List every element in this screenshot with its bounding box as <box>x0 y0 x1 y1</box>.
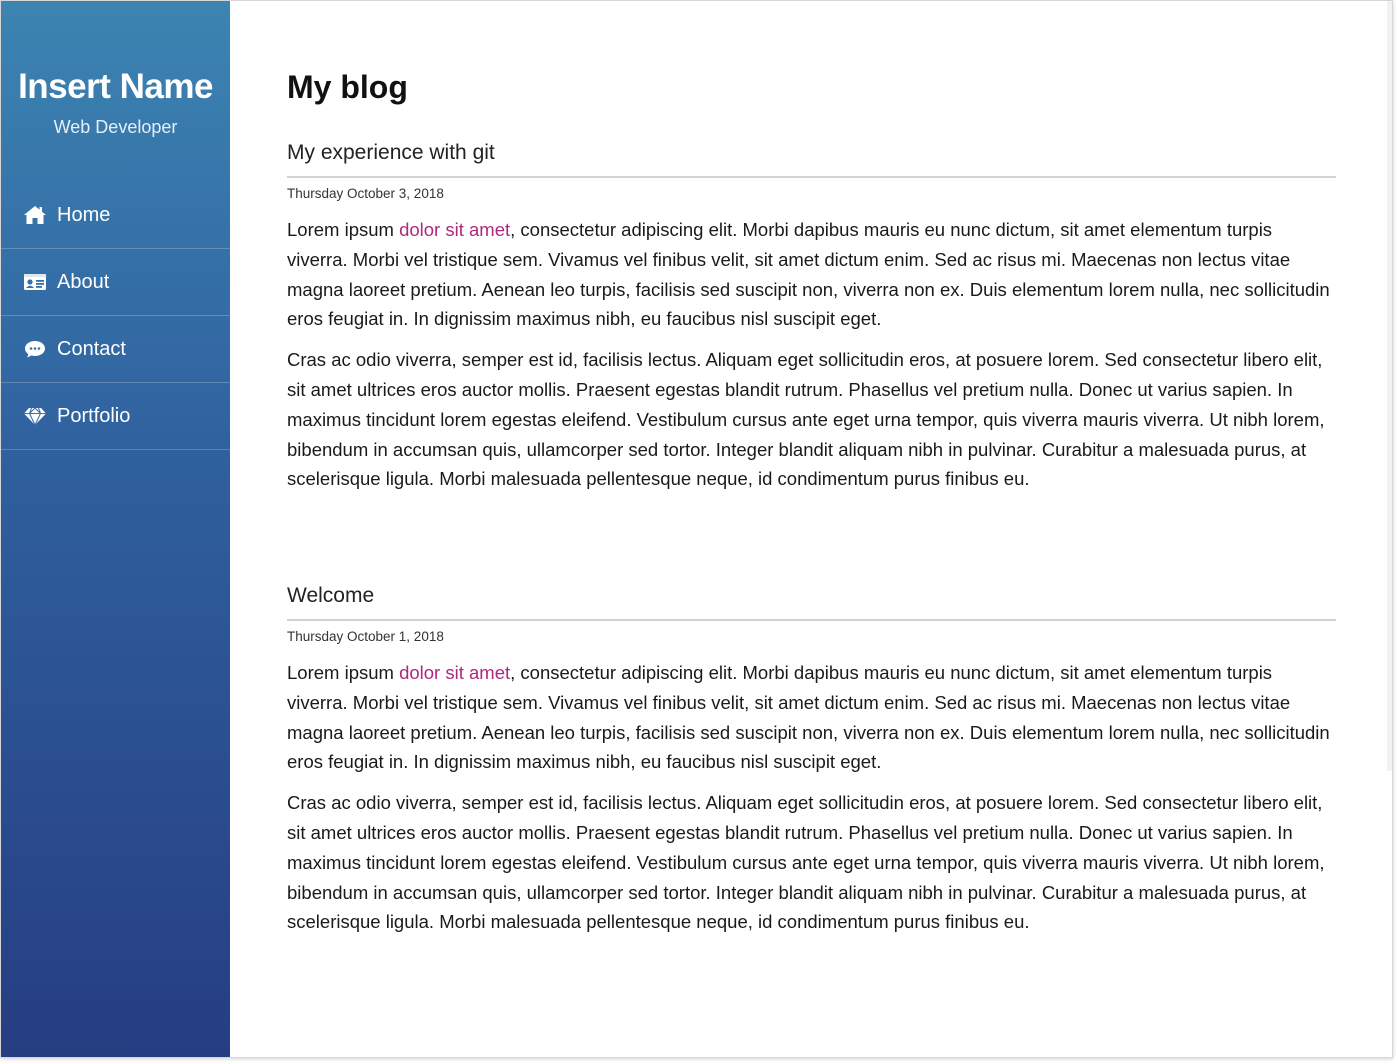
nav-item-about[interactable]: About <box>1 249 230 316</box>
nav-label-contact: Contact <box>57 337 126 360</box>
blog-post: My experience with git Thursday October … <box>287 140 1336 494</box>
chat-bubble-icon <box>23 338 49 360</box>
nav-item-home[interactable]: Home <box>1 182 230 249</box>
post-inline-link[interactable]: dolor sit amet <box>399 219 510 240</box>
post-title: Welcome <box>287 584 375 607</box>
nav-label-about: About <box>57 270 110 293</box>
post-date: Thursday October 3, 2018 <box>287 186 444 201</box>
post-divider <box>287 176 1336 178</box>
post-paragraph: Lorem ipsum dolor sit amet, consectetur … <box>287 658 1336 777</box>
nav-label-home: Home <box>57 203 111 226</box>
post-inline-link[interactable]: dolor sit amet <box>399 662 510 683</box>
home-icon <box>23 204 49 226</box>
post-paragraph: Cras ac odio viverra, semper est id, fac… <box>287 792 1325 933</box>
post-paragraph: Cras ac odio viverra, semper est id, fac… <box>287 349 1325 490</box>
id-card-icon <box>23 271 49 293</box>
site-owner-name: Insert Name <box>18 67 213 106</box>
page-title: My blog <box>287 69 408 105</box>
post-divider <box>287 619 1336 621</box>
nav-label-portfolio: Portfolio <box>57 404 131 427</box>
post-text: Lorem ipsum <box>287 219 400 240</box>
nav-item-contact[interactable]: Contact <box>1 316 230 383</box>
blog-post: Welcome Thursday October 1, 2018 Lorem i… <box>287 583 1336 937</box>
site-owner-role: Web Developer <box>53 117 178 137</box>
browser-viewport: Insert Name Web Developer Home About Con… <box>0 0 1393 1058</box>
post-date: Thursday October 1, 2018 <box>287 629 444 644</box>
post-title: My experience with git <box>287 141 495 164</box>
scrollbar-track[interactable] <box>1387 1 1392 771</box>
post-paragraph: Lorem ipsum dolor sit amet, consectetur … <box>287 215 1336 334</box>
nav-item-portfolio[interactable]: Portfolio <box>1 383 230 450</box>
sidebar: Insert Name Web Developer Home About Con… <box>1 1 230 1057</box>
post-text: Lorem ipsum <box>287 662 400 683</box>
diamond-icon <box>23 405 49 427</box>
sidebar-nav: Home About Contact Portfolio <box>1 182 230 450</box>
